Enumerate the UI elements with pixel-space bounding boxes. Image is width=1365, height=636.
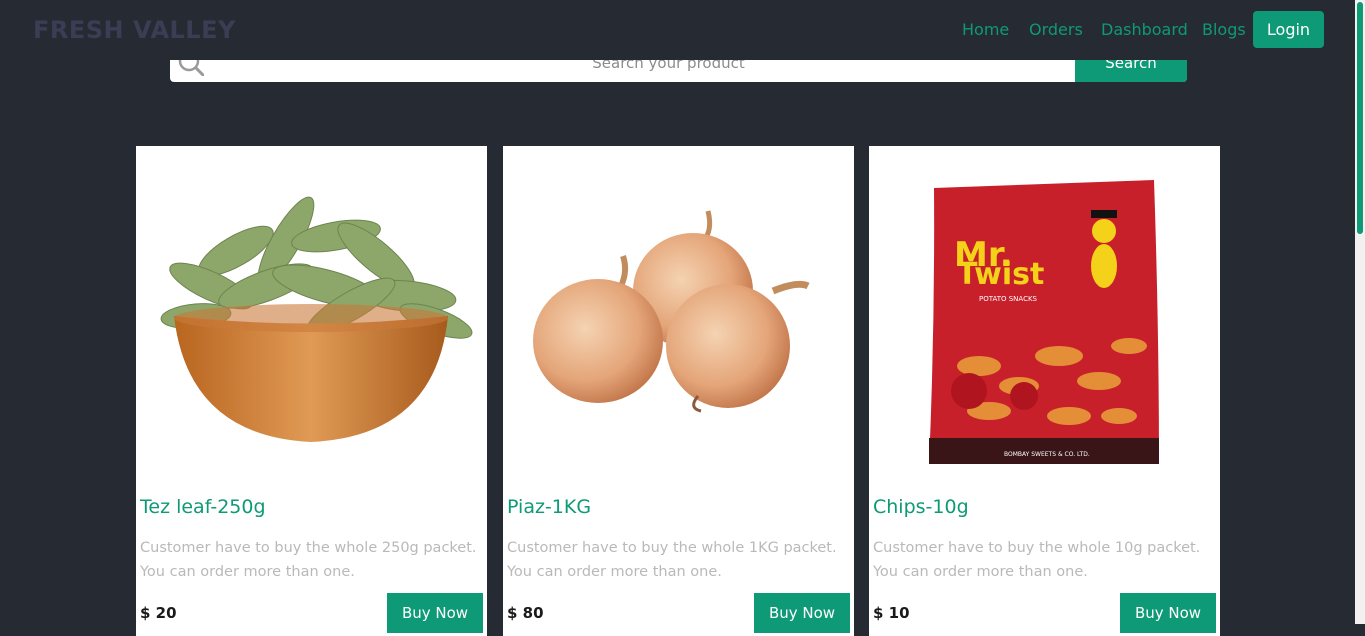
- scrollbar-thumb[interactable]: [1357, 2, 1363, 234]
- navbar: FRESH VALLEY Home Orders Dashboard Blogs…: [0, 0, 1355, 60]
- nav-link-orders[interactable]: Orders: [1029, 20, 1083, 39]
- product-price: $ 20: [140, 604, 177, 622]
- buy-now-button[interactable]: Buy Now: [387, 593, 483, 633]
- nav-link-home[interactable]: Home: [962, 20, 1009, 39]
- brand-logo[interactable]: FRESH VALLEY: [33, 16, 236, 44]
- page-scrollbar[interactable]: [1355, 0, 1365, 624]
- product-description: Customer have to buy the whole 250g pack…: [140, 540, 477, 580]
- product-title: Tez leaf-250g: [140, 496, 266, 518]
- product-title: Piaz-1KG: [507, 496, 592, 518]
- product-price: $ 80: [507, 604, 544, 622]
- product-card: Mr. Twist POTATO SNACKS BOMBAY SWEETS & …: [869, 146, 1220, 636]
- product-image-bay-leaves: [136, 146, 487, 486]
- chips-brand-line2: Twist: [957, 257, 1044, 292]
- product-card: Piaz-1KG Customer have to buy the whole …: [503, 146, 854, 636]
- chips-maker: BOMBAY SWEETS & CO. LTD.: [1004, 451, 1090, 458]
- product-price: $ 10: [873, 604, 910, 622]
- product-image-onions: [503, 146, 854, 486]
- product-description: Customer have to buy the whole 10g packe…: [873, 540, 1201, 580]
- buy-now-button[interactable]: Buy Now: [754, 593, 850, 633]
- chips-sub: POTATO SNACKS: [979, 295, 1038, 303]
- product-description: Customer have to buy the whole 1KG packe…: [507, 540, 837, 580]
- nav-link-blogs[interactable]: Blogs: [1202, 20, 1246, 39]
- product-card: Tez leaf-250g Customer have to buy the w…: [136, 146, 487, 636]
- buy-now-button[interactable]: Buy Now: [1120, 593, 1216, 633]
- login-button[interactable]: Login: [1253, 11, 1324, 48]
- product-image-chips-packet: Mr. Twist POTATO SNACKS BOMBAY SWEETS & …: [869, 146, 1220, 486]
- product-title: Chips-10g: [873, 496, 969, 518]
- nav-link-dashboard[interactable]: Dashboard: [1101, 20, 1188, 39]
